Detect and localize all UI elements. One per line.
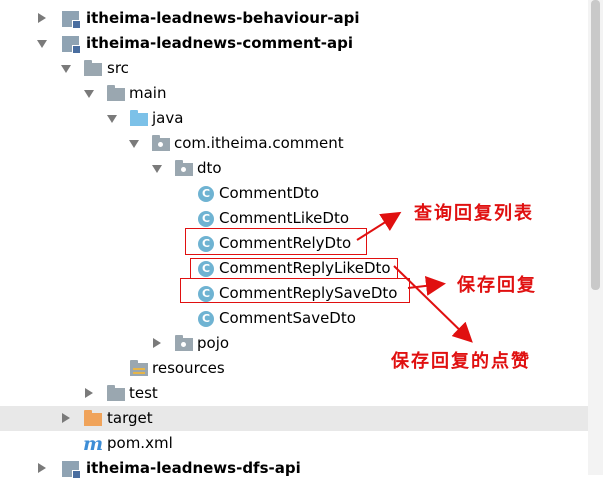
collapse-arrow-icon[interactable] [37,40,47,48]
tree-row-pom[interactable]: m pom.xml [0,431,588,456]
tree-row-target[interactable]: target [0,406,588,431]
collapse-arrow-icon[interactable] [61,65,71,73]
highlight-box-rely [185,228,367,255]
folder-label: test [129,384,158,402]
tree-row-dto[interactable]: dto [0,156,588,181]
class-icon: C [198,311,214,327]
module-label: itheima-leadnews-dfs-api [86,459,301,477]
file-label: pom.xml [107,434,173,452]
folder-icon [107,385,125,401]
package-label: com.itheima.comment [174,134,344,152]
folder-icon [84,60,102,76]
collapse-arrow-icon[interactable] [84,90,94,98]
resources-folder-icon [130,360,148,376]
tree-row-package[interactable]: com.itheima.comment [0,131,588,156]
folder-label: src [107,59,129,77]
maven-icon: m [83,433,104,455]
collapse-arrow-icon[interactable] [152,165,162,173]
package-label: dto [197,159,222,177]
tree-row-comment-api[interactable]: itheima-leadnews-comment-api [0,31,588,56]
expand-arrow-icon[interactable] [153,338,161,348]
tree-row-class[interactable]: C CommentSaveDto [0,306,588,331]
class-label: CommentSaveDto [219,309,356,327]
module-label: itheima-leadnews-behaviour-api [86,9,360,27]
vertical-scrollbar[interactable] [588,0,603,475]
class-icon: C [198,186,214,202]
expand-arrow-icon[interactable] [62,413,70,423]
collapse-arrow-icon[interactable] [129,140,139,148]
annotation-query-reply: 查询回复列表 [414,203,534,224]
expand-arrow-icon[interactable] [38,463,46,473]
tree-row-java[interactable]: java [0,106,588,131]
class-icon: C [198,211,214,227]
folder-label: java [152,109,184,127]
class-label: CommentDto [219,184,320,202]
annotation-save-reply-like: 保存回复的点赞 [391,351,531,372]
collapse-arrow-icon[interactable] [107,115,117,123]
tree-row-behaviour-api[interactable]: itheima-leadnews-behaviour-api [0,6,588,31]
folder-label: target [107,409,153,427]
folder-label: main [129,84,167,102]
expand-arrow-icon[interactable] [85,388,93,398]
annotation-save-reply: 保存回复 [457,275,537,296]
module-label: itheima-leadnews-comment-api [86,34,354,52]
tree-row-src[interactable]: src [0,56,588,81]
source-folder-icon [130,110,148,126]
module-icon [62,36,81,54]
package-icon [175,160,193,176]
package-label: pojo [197,334,230,352]
highlight-box-reply-like [190,258,398,279]
scrollbar-thumb[interactable] [591,0,600,290]
tree-row-dfs-api[interactable]: itheima-leadnews-dfs-api [0,456,588,481]
tree-row-test[interactable]: test [0,381,588,406]
class-label: CommentLikeDto [219,209,350,227]
highlight-box-reply-save [180,278,410,303]
tree-row-main[interactable]: main [0,81,588,106]
excluded-folder-icon [84,410,102,426]
package-icon [152,135,170,151]
folder-label: resources [152,359,225,377]
expand-arrow-icon[interactable] [38,13,46,23]
folder-icon [107,85,125,101]
package-icon [175,335,193,351]
module-icon [62,11,81,29]
